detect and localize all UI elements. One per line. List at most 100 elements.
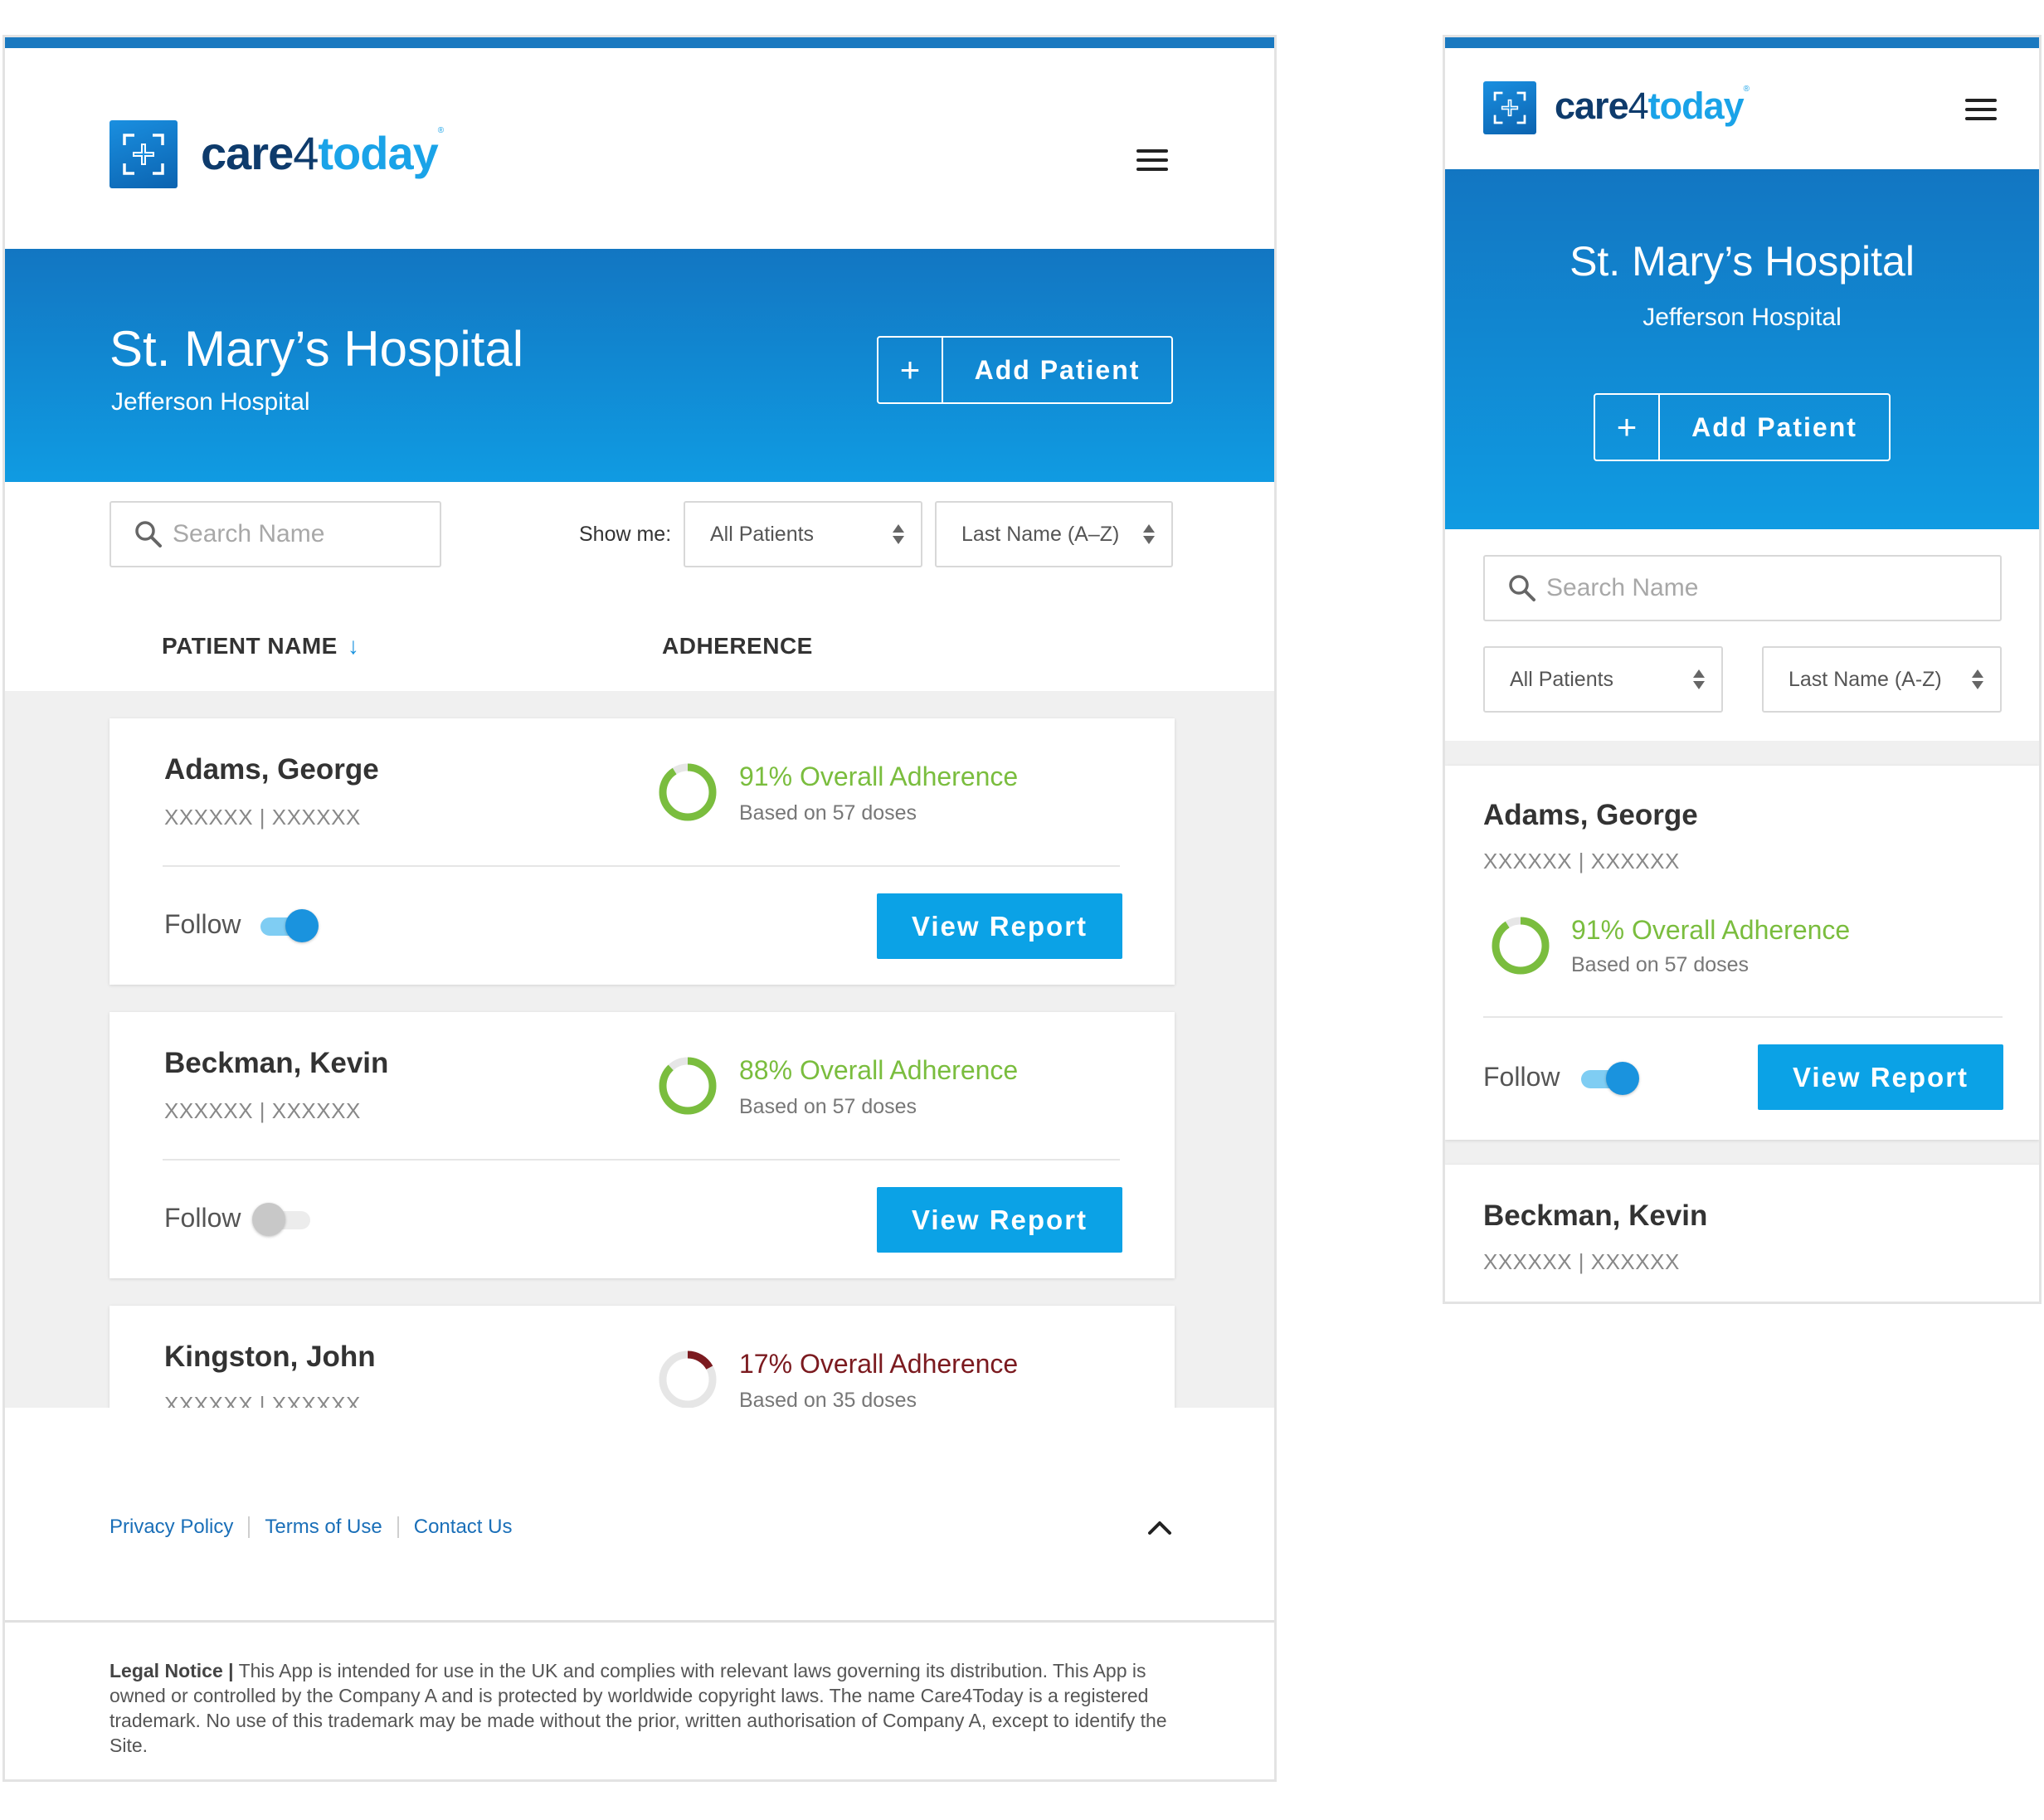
page-title: St. Mary’s Hospital — [1570, 238, 1915, 285]
page-title: St. Mary’s Hospital — [110, 321, 524, 377]
adherence-column-header[interactable]: ADHERENCE — [662, 633, 813, 659]
sort-order-value: Last Name (A–Z) — [961, 522, 1120, 546]
patient-card: Beckman, Kevin XXXXXX | XXXXXX — [1445, 1165, 2039, 1302]
logo-wordmark: care4today® — [1555, 85, 1750, 127]
follow-toggle[interactable] — [252, 1203, 314, 1236]
adherence-ring-fill — [1492, 917, 1550, 975]
adherence-text: 88% Overall Adherence — [739, 1055, 1019, 1085]
patient-list: Adams, George XXXXXX | XXXXXX 91% Overal… — [1445, 741, 2039, 1302]
legal-notice-title: Legal Notice | — [110, 1660, 234, 1681]
card-divider — [163, 865, 1120, 867]
doses-text: Based on 57 doses — [739, 1095, 917, 1118]
hamburger-menu-icon[interactable] — [1965, 99, 1997, 120]
add-patient-button[interactable]: + Add Patient — [1594, 393, 1891, 461]
adherence-text: 91% Overall Adherence — [1571, 915, 1851, 945]
sort-order-select[interactable]: Last Name (A–Z) — [935, 501, 1173, 567]
patient-filter-value: All Patients — [1510, 667, 1614, 691]
footer-links: Privacy Policy Terms of Use Contact Us — [110, 1516, 512, 1539]
view-report-button[interactable]: View Report — [1758, 1044, 2003, 1110]
add-patient-button[interactable]: + Add Patient — [877, 336, 1173, 404]
patient-name: Kingston, John — [164, 1341, 376, 1373]
logo[interactable]: care4today® — [1483, 81, 1750, 134]
patient-id: XXXXXX | XXXXXX — [1483, 849, 1680, 874]
adherence-ring — [659, 1350, 717, 1409]
patient-name: Adams, George — [164, 753, 379, 786]
patient-name: Beckman, Kevin — [1483, 1200, 1708, 1232]
arrow-down-icon: ↓ — [347, 633, 360, 659]
patient-filter-select[interactable]: All Patients — [1483, 646, 1723, 713]
care4today-logo-icon — [1483, 81, 1536, 134]
logo-wordmark: care4today® — [201, 125, 444, 179]
patient-list: Adams, George XXXXXX | XXXXXX 91% Overal… — [5, 691, 1274, 1572]
patient-id: XXXXXX | XXXXXX — [164, 805, 361, 830]
legal-notice: Legal Notice | This App is intended for … — [110, 1658, 1188, 1758]
add-patient-label: Add Patient — [974, 354, 1141, 385]
plus-icon: + — [878, 338, 943, 402]
adherence-text: 91% Overall Adherence — [739, 762, 1019, 791]
search-input[interactable] — [1546, 574, 2000, 602]
desktop-view: care4today® St. Mary’s Hospital Jefferso… — [2, 35, 1277, 1782]
legal-notice-text: This App is intended for use in the UK a… — [110, 1660, 1167, 1756]
sort-arrows-icon — [893, 524, 904, 544]
view-report-button[interactable]: View Report — [877, 893, 1122, 959]
patient-card: Adams, George XXXXXX | XXXXXX 91% Overal… — [110, 718, 1175, 985]
adherence-text: 17% Overall Adherence — [739, 1349, 1019, 1379]
follow-label: Follow — [1483, 1062, 1560, 1092]
patient-name: Beckman, Kevin — [164, 1047, 389, 1079]
mobile-view: care4today® St. Mary’s Hospital Jefferso… — [1443, 35, 2042, 1304]
search-icon — [135, 521, 162, 547]
plus-icon: + — [1595, 395, 1660, 460]
page-subtitle: Jefferson Hospital — [1642, 304, 1842, 331]
adherence-ring-fill — [659, 1057, 717, 1115]
care4today-logo-icon — [110, 120, 178, 188]
sort-arrows-icon — [1693, 669, 1705, 689]
patient-card: Beckman, Kevin XXXXXX | XXXXXX 88% Overa… — [110, 1012, 1175, 1278]
sort-order-value: Last Name (A-Z) — [1788, 667, 1942, 691]
patient-id: XXXXXX | XXXXXX — [1483, 1249, 1680, 1274]
card-divider — [163, 1159, 1120, 1161]
search-box[interactable] — [1483, 555, 2002, 621]
contact-us-link[interactable]: Contact Us — [414, 1516, 513, 1539]
top-accent-bar — [1445, 37, 2039, 48]
hero-banner: St. Mary’s Hospital Jefferson Hospital +… — [5, 249, 1274, 482]
privacy-policy-link[interactable]: Privacy Policy — [110, 1516, 233, 1539]
logo[interactable]: care4today® — [110, 120, 444, 188]
doses-text: Based on 57 doses — [739, 801, 917, 825]
hero-banner: St. Mary’s Hospital Jefferson Hospital +… — [1445, 169, 2039, 529]
card-divider — [1483, 1016, 2003, 1018]
adherence-ring-fill — [659, 763, 717, 821]
patient-name: Adams, George — [1483, 799, 1698, 831]
adherence-ring — [659, 1057, 717, 1115]
search-input[interactable] — [173, 520, 440, 548]
terms-of-use-link[interactable]: Terms of Use — [265, 1516, 382, 1539]
patient-card: Adams, George XXXXXX | XXXXXX 91% Overal… — [1445, 766, 2039, 1140]
patient-name-header-label: PATIENT NAME — [162, 633, 338, 659]
sort-arrows-icon — [1143, 524, 1155, 544]
footer: Privacy Policy Terms of Use Contact Us L… — [5, 1408, 1274, 1779]
link-separator — [248, 1516, 251, 1538]
follow-label: Follow — [164, 909, 241, 939]
follow-toggle[interactable] — [1578, 1062, 1639, 1095]
patient-id: XXXXXX | XXXXXX — [164, 1098, 361, 1123]
show-me-label: Show me: — [579, 523, 672, 546]
follow-label: Follow — [164, 1203, 241, 1233]
hamburger-menu-icon[interactable] — [1136, 149, 1168, 171]
search-icon — [1509, 575, 1535, 601]
sort-order-select[interactable]: Last Name (A-Z) — [1762, 646, 2002, 713]
link-separator — [397, 1516, 399, 1538]
sort-arrows-icon — [1972, 669, 1983, 689]
patient-filter-value: All Patients — [710, 522, 815, 546]
chevron-up-icon[interactable] — [1143, 1511, 1176, 1544]
footer-divider — [5, 1620, 1274, 1623]
view-report-button[interactable]: View Report — [877, 1187, 1122, 1253]
patient-name-column-header[interactable]: PATIENT NAME ↓ — [162, 633, 359, 659]
adherence-ring — [659, 763, 717, 821]
doses-text: Based on 57 doses — [1571, 953, 1750, 976]
page-subtitle: Jefferson Hospital — [111, 388, 310, 416]
add-patient-label: Add Patient — [1691, 411, 1857, 442]
search-box[interactable] — [110, 501, 441, 567]
follow-toggle[interactable] — [257, 909, 319, 942]
adherence-ring — [1492, 917, 1550, 975]
top-accent-bar — [5, 37, 1274, 48]
patient-filter-select[interactable]: All Patients — [684, 501, 922, 567]
